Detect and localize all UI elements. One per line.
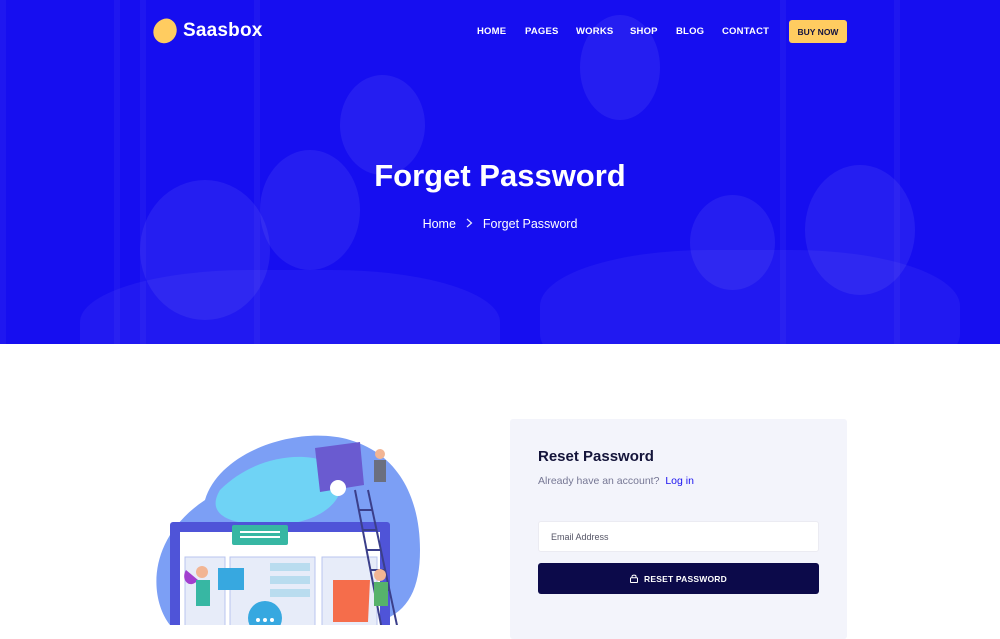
teamwork-illustration (150, 430, 430, 635)
nav-home[interactable]: HOME (477, 26, 506, 37)
reset-password-button[interactable]: RESET PASSWORD (538, 563, 819, 594)
breadcrumb-home[interactable]: Home (423, 217, 456, 231)
reset-password-card: Reset Password Already have an account? … (510, 419, 847, 639)
buy-now-button[interactable]: BUY NOW (789, 20, 847, 43)
nav-contact[interactable]: CONTACT (722, 26, 769, 37)
brand[interactable]: Saasbox (150, 16, 263, 46)
page-title: Forget Password (374, 158, 626, 193)
nav-works[interactable]: WORKS (576, 26, 613, 37)
reset-button-label: RESET PASSWORD (644, 573, 727, 584)
brand-logo-icon (150, 16, 180, 46)
nav-blog[interactable]: BLOG (676, 26, 704, 37)
email-field[interactable] (538, 521, 819, 552)
brand-name: Saasbox (183, 20, 263, 41)
account-prompt: Already have an account? (538, 475, 660, 487)
hero-banner: Saasbox HOME PAGES WORKS SHOP BLOG CONTA… (0, 0, 1000, 344)
nav-pages[interactable]: PAGES (525, 26, 559, 37)
nav-shop[interactable]: SHOP (630, 26, 658, 37)
login-link[interactable]: Log in (665, 475, 694, 487)
breadcrumb-current: Forget Password (482, 217, 578, 231)
breadcrumb: Home Forget Password (0, 217, 1000, 231)
lock-icon (630, 574, 639, 583)
form-subtitle: Already have an account? Log in (538, 475, 694, 487)
chevron-right-icon (466, 217, 473, 231)
form-title: Reset Password (538, 448, 654, 465)
